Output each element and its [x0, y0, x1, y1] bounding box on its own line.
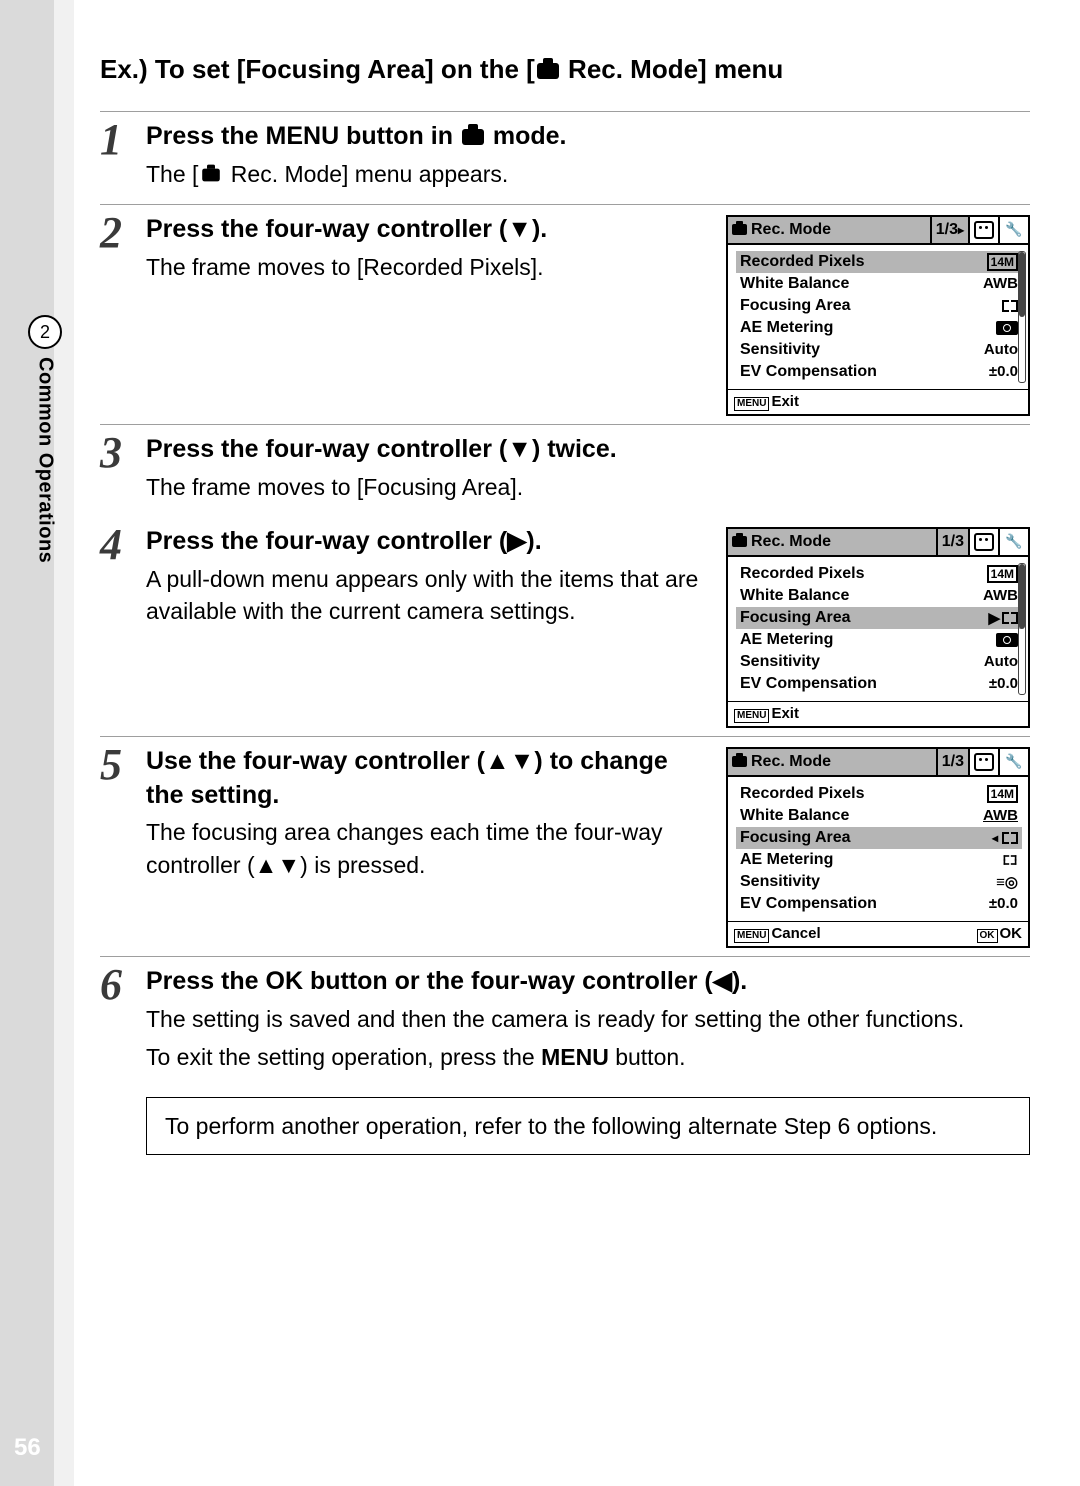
- step-body-text: The frame moves to [Focusing Area].: [146, 471, 1030, 503]
- lcd-row-ev-comp: EV Compensation±0.0: [736, 893, 1022, 915]
- step-body-text: The frame moves to [Recorded Pixels].: [146, 251, 708, 283]
- section-tab: 2 Common Operations: [28, 315, 62, 563]
- lcd-tab-icon: 🔧: [998, 749, 1028, 775]
- margin-strip-dark: [0, 0, 54, 1486]
- step-number: 2: [100, 211, 146, 255]
- step-body-text: To exit the setting operation, press the…: [146, 1041, 1030, 1073]
- step-title: Press the four-way controller (▶).: [146, 525, 708, 559]
- lcd-row-white-balance: White BalanceAWB: [736, 805, 1022, 827]
- step-title: Press the OK button or the four-way cont…: [146, 965, 1030, 999]
- lcd-page-indicator: 1/3: [936, 749, 968, 775]
- lcd-row-white-balance: White BalanceAWB: [736, 585, 1022, 607]
- lcd-title: Rec. Mode: [728, 217, 930, 243]
- lcd-tab-icon: 🔧: [998, 529, 1028, 555]
- lcd-scrollbar: [1018, 251, 1026, 383]
- heading-text-b: Rec. Mode] menu: [561, 54, 783, 84]
- camera-icon: [732, 224, 747, 235]
- heading-text-a: Ex.) To set [Focusing Area] on the [: [100, 54, 535, 84]
- step-body-text: The setting is saved and then the camera…: [146, 1003, 1030, 1035]
- lcd-row-white-balance: White BalanceAWB: [736, 273, 1022, 295]
- lcd-row-sensitivity: SensitivityAuto: [736, 339, 1022, 361]
- lcd-footer: MENUCancel OKOK: [728, 921, 1028, 946]
- step-4: 4 Press the four-way controller (▶). A p…: [100, 517, 1030, 728]
- lcd-row-ev-comp: EV Compensation±0.0: [736, 361, 1022, 383]
- step-body-text: A pull-down menu appears only with the i…: [146, 563, 708, 627]
- lcd-row-focusing-area: Focusing Area▶: [736, 607, 1022, 629]
- lcd-row-recorded-pixels: Recorded Pixels14M: [736, 251, 1022, 273]
- step-1: 1 Press the MENU button in mode. The [ R…: [100, 111, 1030, 196]
- step-title: Use the four-way controller (▲▼) to chan…: [146, 745, 708, 813]
- step-title: Press the four-way controller (▼).: [146, 213, 708, 247]
- lcd-row-recorded-pixels: Recorded Pixels14M: [736, 563, 1022, 585]
- step-5: 5 Use the four-way controller (▲▼) to ch…: [100, 736, 1030, 948]
- lcd-row-focusing-area: Focusing Area: [736, 295, 1022, 317]
- manual-page: 56 2 Common Operations Ex.) To set [Focu…: [0, 0, 1080, 1486]
- lcd-tab-icon: 🔧: [998, 217, 1028, 243]
- lcd-page-indicator: 1/3: [936, 529, 968, 555]
- lcd-preview-2: Rec. Mode 1/3 🔧 Recorded Pixels14M White…: [726, 527, 1030, 728]
- step-body-text: The focusing area changes each time the …: [146, 816, 708, 880]
- step-body-text: The [ Rec. Mode] menu appears.: [146, 158, 1030, 190]
- lcd-row-ae-metering: AE Metering: [736, 849, 1022, 871]
- camera-icon: [537, 63, 559, 79]
- lcd-footer: MENUExit: [728, 701, 1028, 726]
- step-number: 6: [100, 963, 146, 1007]
- step-title: Press the four-way controller (▼) twice.: [146, 433, 1030, 467]
- step-number: 1: [100, 118, 146, 162]
- camera-icon: [732, 536, 747, 547]
- lcd-tab-icon: [968, 529, 998, 555]
- step-3: 3 Press the four-way controller (▼) twic…: [100, 424, 1030, 509]
- margin-strip-light: [54, 0, 74, 1486]
- step-number: 3: [100, 431, 146, 475]
- example-heading: Ex.) To set [Focusing Area] on the [ Rec…: [100, 54, 1030, 85]
- lcd-row-recorded-pixels: Recorded Pixels14M: [736, 783, 1022, 805]
- lcd-preview-1: Rec. Mode 1/3 🔧 Recorded Pixels14M White…: [726, 215, 1030, 416]
- content-area: Ex.) To set [Focusing Area] on the [ Rec…: [100, 54, 1030, 1155]
- lcd-tab-icon: [968, 217, 998, 243]
- lcd-row-ae-metering: AE Metering: [736, 629, 1022, 651]
- lcd-row-sensitivity: SensitivityAuto: [736, 651, 1022, 673]
- step-title: Press the MENU button in mode.: [146, 120, 1030, 154]
- camera-icon: [732, 756, 747, 767]
- step-number: 5: [100, 743, 146, 787]
- lcd-scrollbar: [1018, 563, 1026, 695]
- lcd-row-ae-metering: AE Metering: [736, 317, 1022, 339]
- lcd-title: Rec. Mode: [728, 749, 936, 775]
- section-label: Common Operations: [34, 357, 57, 563]
- camera-icon: [462, 129, 484, 145]
- lcd-footer: MENUExit: [728, 389, 1028, 414]
- section-number-circle: 2: [28, 315, 62, 349]
- lcd-title: Rec. Mode: [728, 529, 936, 555]
- lcd-row-sensitivity: Sensitivity≡◎: [736, 871, 1022, 893]
- step-2: 2 Press the four-way controller (▼). The…: [100, 204, 1030, 416]
- lcd-row-focusing-area: Focusing Area: [736, 827, 1022, 849]
- note-box: To perform another operation, refer to t…: [146, 1097, 1030, 1155]
- camera-icon: [203, 168, 221, 181]
- step-number: 4: [100, 523, 146, 567]
- lcd-page-indicator: 1/3: [930, 217, 968, 243]
- lcd-preview-3: Rec. Mode 1/3 🔧 Recorded Pixels14M White…: [726, 747, 1030, 948]
- lcd-row-ev-comp: EV Compensation±0.0: [736, 673, 1022, 695]
- lcd-tab-icon: [968, 749, 998, 775]
- page-number: 56: [14, 1434, 41, 1462]
- step-6: 6 Press the OK button or the four-way co…: [100, 956, 1030, 1079]
